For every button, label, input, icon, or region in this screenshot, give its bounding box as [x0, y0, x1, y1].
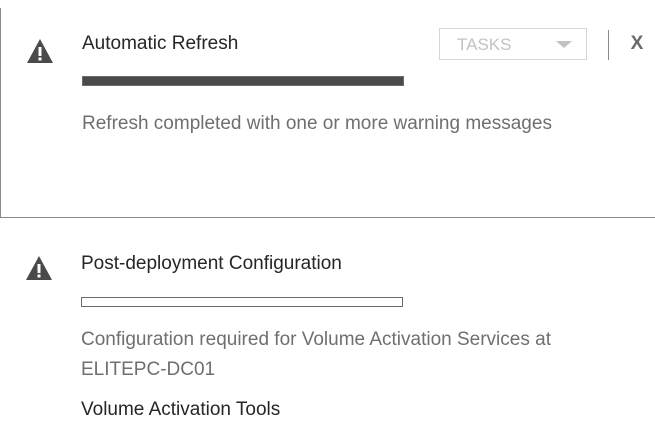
toolbar-separator — [608, 30, 609, 60]
tasks-dropdown-button[interactable]: TASKS — [439, 28, 587, 60]
notification-automatic-refresh: Automatic Refresh Refresh completed with… — [0, 8, 655, 218]
chevron-down-icon — [556, 41, 572, 48]
notifications-panel: Automatic Refresh Refresh completed with… — [0, 0, 655, 428]
notification-title: Post-deployment Configuration — [81, 253, 342, 274]
notification-message: Refresh completed with one or more warni… — [82, 113, 552, 134]
tasks-label: TASKS — [457, 35, 512, 54]
progress-fill — [83, 77, 403, 85]
notification-message: Configuration required for Volume Activa… — [81, 329, 551, 380]
notification-title: Automatic Refresh — [82, 33, 239, 54]
warning-icon — [26, 256, 52, 280]
progress-bar — [81, 297, 403, 307]
close-button[interactable]: X — [626, 33, 648, 59]
warning-icon — [27, 39, 53, 63]
progress-bar — [82, 76, 404, 86]
notification-post-deployment: Post-deployment Configuration Configurat… — [0, 226, 655, 428]
volume-activation-tools-link[interactable]: Volume Activation Tools — [81, 399, 280, 421]
